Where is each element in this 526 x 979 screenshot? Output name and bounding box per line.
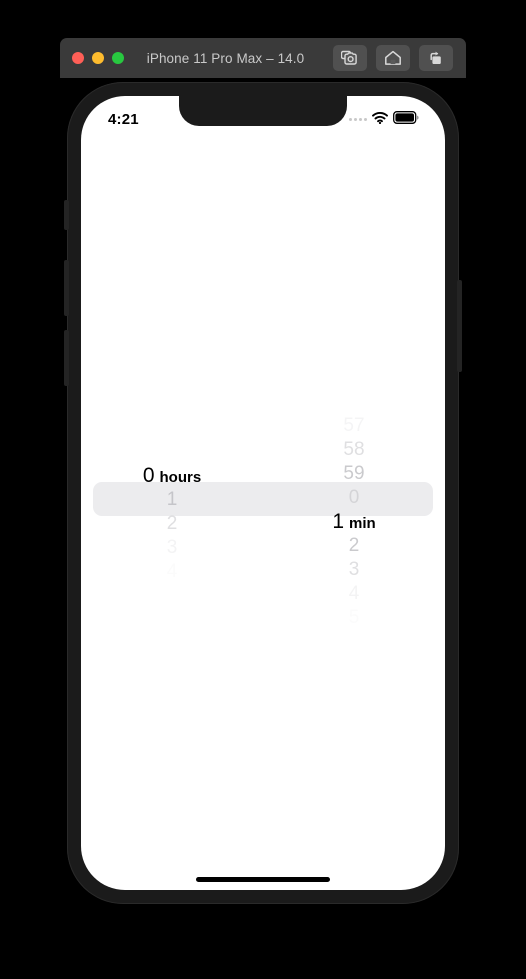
close-button[interactable]	[72, 52, 84, 64]
simulator-titlebar: iPhone 11 Pro Max – 14.0	[60, 38, 466, 78]
home-button[interactable]	[376, 45, 410, 71]
picker-option-minutes[interactable]: 5	[263, 606, 445, 630]
simulator-toolbar	[333, 45, 453, 71]
time-picker[interactable]: 0 hours 1 2 3 4 57 58 59 0 1 min 2 3 4 5	[81, 414, 445, 628]
picker-option-hours[interactable]: 2	[81, 512, 263, 536]
window-controls	[72, 52, 124, 64]
rotate-button[interactable]	[419, 45, 453, 71]
home-indicator[interactable]	[196, 877, 330, 882]
picker-option-minutes[interactable]: 4	[263, 582, 445, 606]
status-indicators	[349, 108, 419, 129]
screenshot-icon	[340, 50, 360, 66]
wifi-icon	[372, 111, 388, 129]
picker-option-minutes[interactable]: 0	[263, 486, 445, 510]
picker-option-hours[interactable]: 3	[81, 536, 263, 560]
volume-down-button[interactable]	[64, 330, 69, 386]
silent-switch[interactable]	[64, 200, 69, 230]
picker-selected-hours: 0 hours	[142, 464, 202, 488]
power-button[interactable]	[457, 280, 462, 372]
minimize-button[interactable]	[92, 52, 104, 64]
picker-column-hours[interactable]: 0 hours 1 2 3 4	[81, 414, 263, 584]
device-screen: 4:21 0 hours 1 2 3 4 57 58 59 0 1 min 2 …	[81, 96, 445, 890]
device-frame: 4:21 0 hours 1 2 3 4 57 58 59 0 1 min 2 …	[60, 82, 466, 904]
picker-option-minutes[interactable]: 3	[263, 558, 445, 582]
screenshot-button[interactable]	[333, 45, 367, 71]
window-title: iPhone 11 Pro Max – 14.0	[146, 50, 305, 66]
cellular-signal-icon	[349, 118, 367, 121]
picker-option-hours[interactable]: 4	[81, 560, 263, 584]
picker-option-minutes[interactable]: 2	[263, 534, 445, 558]
status-time: 4:21	[108, 111, 139, 128]
picker-column-minutes[interactable]: 57 58 59 0 1 min 2 3 4 5	[263, 414, 445, 628]
picker-option-minutes[interactable]: 59	[263, 462, 445, 486]
battery-full-icon	[393, 110, 419, 129]
picker-option-hours[interactable]: 1	[81, 488, 263, 512]
picker-option-minutes[interactable]: 57	[263, 414, 445, 438]
picker-option-minutes[interactable]: 58	[263, 438, 445, 462]
rotate-icon	[427, 50, 445, 66]
volume-up-button[interactable]	[64, 260, 69, 316]
picker-selected-minutes: 1 min	[332, 510, 376, 533]
home-icon	[384, 50, 402, 66]
status-bar: 4:21	[81, 96, 445, 140]
picker-wheels: 0 hours 1 2 3 4 57 58 59 0 1 min 2 3 4 5	[81, 414, 445, 628]
